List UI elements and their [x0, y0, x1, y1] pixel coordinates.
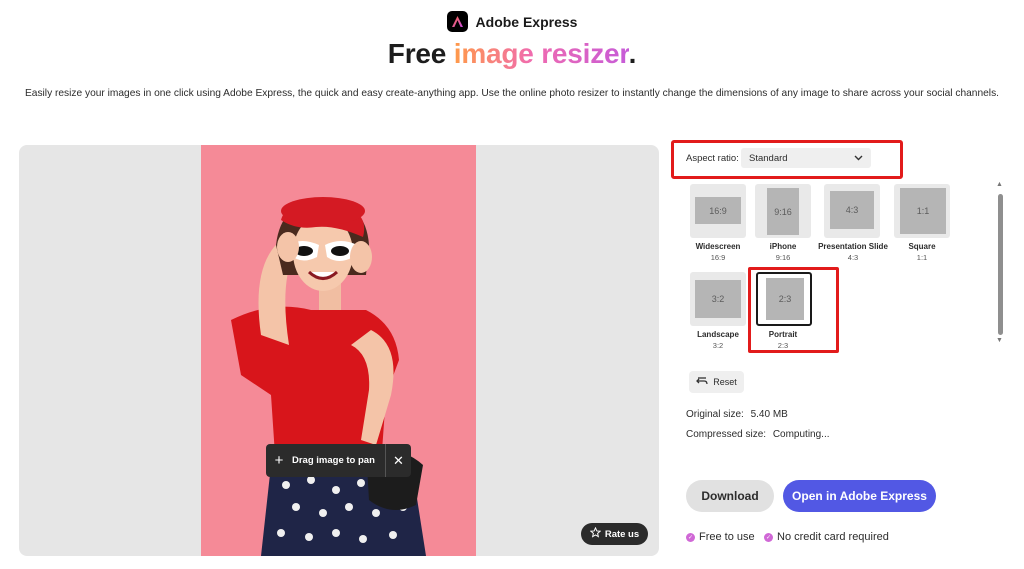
preset-shape: 2:3: [766, 278, 804, 320]
brand-name: Adobe Express: [475, 13, 578, 30]
preset-ratio: 1:1: [916, 253, 928, 262]
preset-presentation-slide[interactable]: 4:3: [824, 184, 880, 238]
title-highlight: image resizer: [453, 38, 629, 69]
woman-photo-illustration: [201, 145, 476, 556]
reset-label: Reset: [713, 377, 737, 387]
brand[interactable]: Adobe Express: [0, 11, 1024, 32]
scroll-up-arrow-icon[interactable]: ▲: [996, 181, 1003, 188]
aspect-ratio-label: Aspect ratio:: [686, 153, 739, 164]
preset-landscape[interactable]: 3:2: [690, 272, 746, 326]
checkmark-icon: ✓: [686, 532, 695, 542]
compressed-size-row: Compressed size: Computing...: [686, 429, 830, 440]
aspect-ratio-dropdown[interactable]: Standard: [741, 148, 871, 168]
perk-label: Free to use: [699, 531, 755, 543]
open-in-adobe-express-button[interactable]: Open in Adobe Express: [783, 480, 936, 512]
title-end: .: [628, 38, 637, 69]
checkmark-icon: ✓: [764, 532, 773, 542]
compressed-size-value: Computing...: [772, 429, 830, 440]
preset-ratio: 2:3: [777, 341, 789, 350]
page-subtitle: Easily resize your images in one click u…: [24, 88, 999, 99]
compressed-size-label: Compressed size:: [686, 429, 767, 440]
image-preview[interactable]: + Drag image to pan ✕ Rate us: [19, 145, 659, 556]
perk-label: No credit card required: [777, 531, 889, 543]
download-button[interactable]: Download: [686, 480, 774, 512]
undo-icon: [696, 376, 708, 388]
preset-shape: 16:9: [695, 197, 741, 224]
drag-label: Drag image to pan: [292, 455, 375, 466]
original-size-row: Original size: 5.40 MB: [686, 409, 788, 420]
reset-button[interactable]: Reset: [689, 371, 744, 393]
page-title: Free image resizer.: [0, 38, 1024, 70]
preset-name: Square: [908, 242, 936, 251]
preset-shape: 1:1: [900, 188, 946, 234]
preset-widescreen[interactable]: 16:9: [690, 184, 746, 238]
scroll-down-arrow-icon[interactable]: ▼: [996, 337, 1003, 344]
preset-shape: 9:16: [767, 188, 799, 235]
title-plain: Free: [387, 38, 454, 69]
preset-shape: 3:2: [695, 280, 741, 318]
perk-no-card: ✓ No credit card required: [764, 531, 889, 543]
original-size-label: Original size:: [686, 409, 744, 420]
rate-us-label: Rate us: [604, 528, 640, 540]
page: Adobe Express Free image resizer. Easily…: [0, 0, 1024, 569]
chevron-down-icon: [854, 153, 863, 164]
preview-photo[interactable]: [201, 145, 476, 556]
perk-free: ✓ Free to use: [686, 531, 755, 543]
scrollbar-thumb[interactable]: [998, 194, 1003, 335]
adobe-express-logo-icon: [446, 11, 468, 32]
original-size-value: 5.40 MB: [750, 409, 788, 420]
rate-us-button[interactable]: Rate us: [581, 523, 648, 545]
aspect-ratio-value: Standard: [749, 152, 788, 164]
star-icon: [589, 526, 602, 541]
preset-name: Portrait: [768, 330, 798, 339]
preset-iphone[interactable]: 9:16: [755, 184, 811, 238]
preset-portrait[interactable]: 2:3: [756, 272, 812, 326]
close-icon[interactable]: ✕: [386, 453, 411, 469]
drag-to-pan-toast: + Drag image to pan ✕: [266, 444, 411, 477]
preset-square[interactable]: 1:1: [894, 184, 950, 238]
preset-shape: 4:3: [830, 191, 874, 229]
move-icon: +: [274, 452, 284, 469]
